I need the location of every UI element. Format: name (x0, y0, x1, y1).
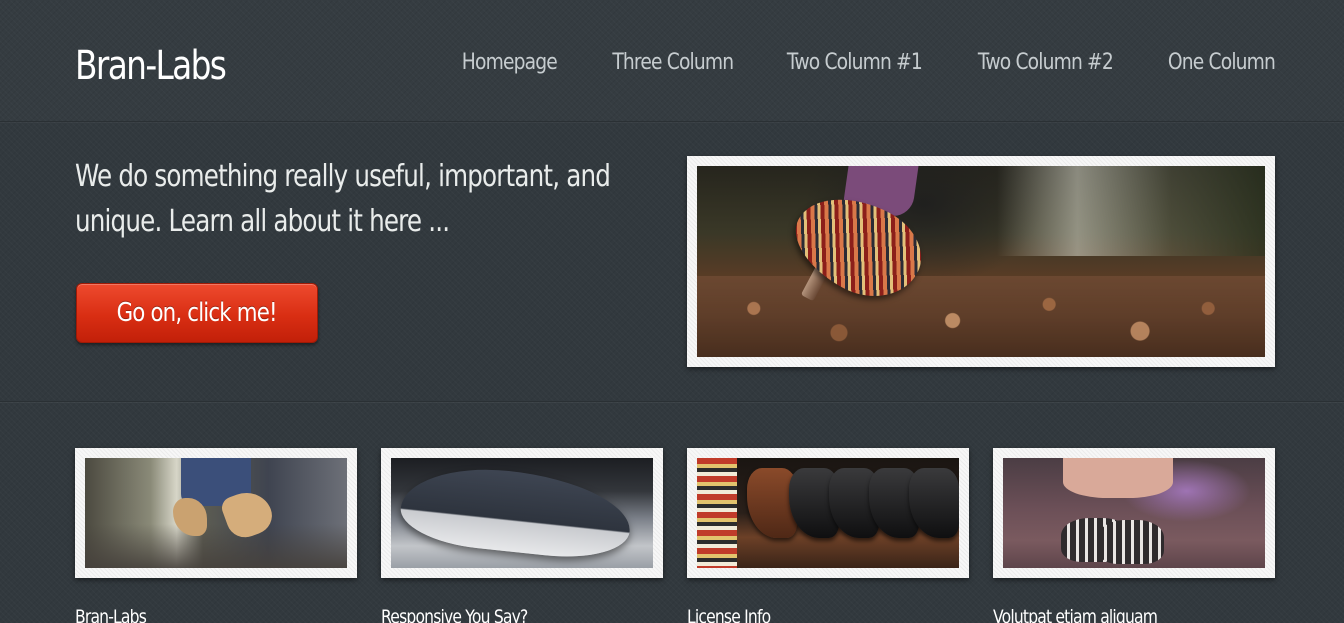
nav-item-one-column[interactable]: One Column (1168, 50, 1276, 75)
cta-button-label: Go on, click me! (116, 298, 278, 328)
hero-photo-bokeh (997, 166, 1265, 256)
sneaker-photo (391, 458, 653, 568)
feature-image-frame[interactable] (75, 448, 357, 578)
nav-item-two-column-1[interactable]: Two Column #1 (787, 50, 923, 75)
hero-photo-leaves (697, 276, 1265, 357)
nav-item-three-column[interactable]: Three Column (612, 50, 734, 75)
canvas-shoes-photo (1003, 458, 1265, 568)
photo-detail (397, 460, 635, 564)
feature-title[interactable]: Responsive You Say? (381, 604, 528, 623)
photo-detail (1098, 520, 1164, 564)
site-header: Bran-Labs Homepage Three Column Two Colu… (0, 0, 1344, 122)
hero-section: We do something really useful, important… (0, 122, 1344, 401)
high-heels-photo (85, 458, 347, 568)
hero-headline: We do something really useful, important… (75, 159, 611, 239)
nav-item-two-column-2[interactable]: Two Column #2 (978, 50, 1114, 75)
feature-title[interactable]: License Info (687, 604, 771, 623)
feature-title[interactable]: Bran-Labs (75, 604, 147, 623)
photo-detail (173, 498, 207, 536)
hero-photo (697, 166, 1265, 357)
feature-image-frame[interactable] (993, 448, 1275, 578)
site-logo[interactable]: Bran-Labs (75, 38, 227, 94)
feature-title[interactable]: Volutpat etiam aliquam (993, 604, 1158, 623)
section-divider (0, 401, 1344, 402)
photo-detail (697, 458, 737, 568)
cta-button[interactable]: Go on, click me! (76, 283, 318, 343)
feature-image-frame[interactable] (381, 448, 663, 578)
feature-image-frame[interactable] (687, 448, 969, 578)
boots-shelf-photo (697, 458, 959, 568)
nav-item-homepage[interactable]: Homepage (462, 50, 558, 75)
hero-image-frame (687, 156, 1275, 367)
photo-detail (1063, 458, 1173, 498)
